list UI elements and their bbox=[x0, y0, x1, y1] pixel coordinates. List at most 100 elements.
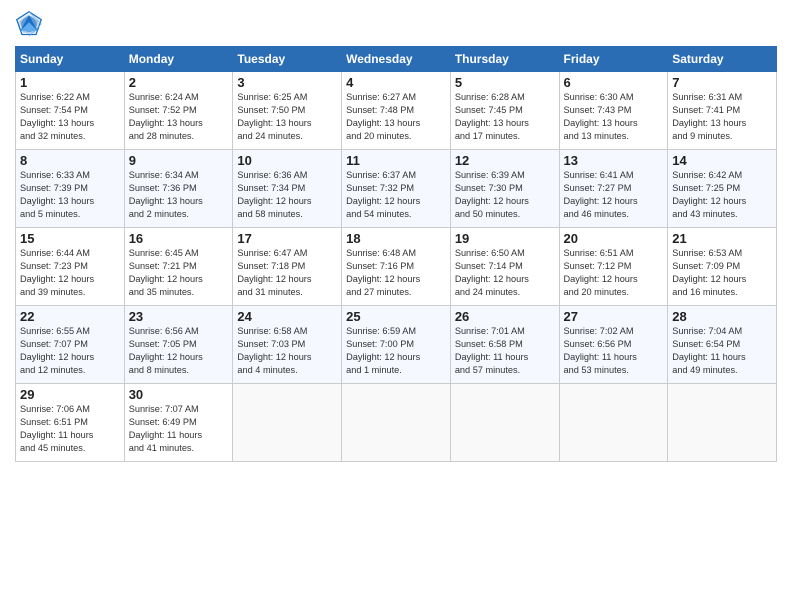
header-tuesday: Tuesday bbox=[233, 47, 342, 72]
day-cell: 25Sunrise: 6:59 AM Sunset: 7:00 PM Dayli… bbox=[342, 306, 451, 384]
day-number: 29 bbox=[20, 387, 120, 402]
day-content: Sunrise: 6:33 AM Sunset: 7:39 PM Dayligh… bbox=[20, 169, 120, 221]
day-cell: 20Sunrise: 6:51 AM Sunset: 7:12 PM Dayli… bbox=[559, 228, 668, 306]
day-number: 11 bbox=[346, 153, 446, 168]
day-cell: 29Sunrise: 7:06 AM Sunset: 6:51 PM Dayli… bbox=[16, 384, 125, 462]
day-number: 14 bbox=[672, 153, 772, 168]
day-content: Sunrise: 6:42 AM Sunset: 7:25 PM Dayligh… bbox=[672, 169, 772, 221]
day-number: 22 bbox=[20, 309, 120, 324]
day-content: Sunrise: 6:28 AM Sunset: 7:45 PM Dayligh… bbox=[455, 91, 555, 143]
day-content: Sunrise: 6:56 AM Sunset: 7:05 PM Dayligh… bbox=[129, 325, 229, 377]
day-cell: 6Sunrise: 6:30 AM Sunset: 7:43 PM Daylig… bbox=[559, 72, 668, 150]
day-cell: 12Sunrise: 6:39 AM Sunset: 7:30 PM Dayli… bbox=[450, 150, 559, 228]
day-cell: 26Sunrise: 7:01 AM Sunset: 6:58 PM Dayli… bbox=[450, 306, 559, 384]
day-cell: 10Sunrise: 6:36 AM Sunset: 7:34 PM Dayli… bbox=[233, 150, 342, 228]
day-content: Sunrise: 6:24 AM Sunset: 7:52 PM Dayligh… bbox=[129, 91, 229, 143]
day-cell: 3Sunrise: 6:25 AM Sunset: 7:50 PM Daylig… bbox=[233, 72, 342, 150]
week-row-4: 29Sunrise: 7:06 AM Sunset: 6:51 PM Dayli… bbox=[16, 384, 777, 462]
day-cell: 5Sunrise: 6:28 AM Sunset: 7:45 PM Daylig… bbox=[450, 72, 559, 150]
week-row-3: 22Sunrise: 6:55 AM Sunset: 7:07 PM Dayli… bbox=[16, 306, 777, 384]
calendar-table: SundayMondayTuesdayWednesdayThursdayFrid… bbox=[15, 46, 777, 462]
day-number: 5 bbox=[455, 75, 555, 90]
logo bbox=[15, 10, 47, 38]
day-content: Sunrise: 6:30 AM Sunset: 7:43 PM Dayligh… bbox=[564, 91, 664, 143]
week-row-0: 1Sunrise: 6:22 AM Sunset: 7:54 PM Daylig… bbox=[16, 72, 777, 150]
day-cell: 4Sunrise: 6:27 AM Sunset: 7:48 PM Daylig… bbox=[342, 72, 451, 150]
day-number: 2 bbox=[129, 75, 229, 90]
day-content: Sunrise: 6:41 AM Sunset: 7:27 PM Dayligh… bbox=[564, 169, 664, 221]
day-number: 7 bbox=[672, 75, 772, 90]
header-thursday: Thursday bbox=[450, 47, 559, 72]
day-cell: 2Sunrise: 6:24 AM Sunset: 7:52 PM Daylig… bbox=[124, 72, 233, 150]
day-cell bbox=[342, 384, 451, 462]
header bbox=[15, 10, 777, 38]
day-cell: 11Sunrise: 6:37 AM Sunset: 7:32 PM Dayli… bbox=[342, 150, 451, 228]
day-number: 12 bbox=[455, 153, 555, 168]
day-cell bbox=[233, 384, 342, 462]
header-row: SundayMondayTuesdayWednesdayThursdayFrid… bbox=[16, 47, 777, 72]
day-content: Sunrise: 6:37 AM Sunset: 7:32 PM Dayligh… bbox=[346, 169, 446, 221]
day-cell: 23Sunrise: 6:56 AM Sunset: 7:05 PM Dayli… bbox=[124, 306, 233, 384]
day-content: Sunrise: 7:04 AM Sunset: 6:54 PM Dayligh… bbox=[672, 325, 772, 377]
day-number: 18 bbox=[346, 231, 446, 246]
day-content: Sunrise: 6:34 AM Sunset: 7:36 PM Dayligh… bbox=[129, 169, 229, 221]
day-content: Sunrise: 7:07 AM Sunset: 6:49 PM Dayligh… bbox=[129, 403, 229, 455]
week-row-2: 15Sunrise: 6:44 AM Sunset: 7:23 PM Dayli… bbox=[16, 228, 777, 306]
day-content: Sunrise: 6:36 AM Sunset: 7:34 PM Dayligh… bbox=[237, 169, 337, 221]
day-number: 16 bbox=[129, 231, 229, 246]
day-content: Sunrise: 6:51 AM Sunset: 7:12 PM Dayligh… bbox=[564, 247, 664, 299]
day-cell: 8Sunrise: 6:33 AM Sunset: 7:39 PM Daylig… bbox=[16, 150, 125, 228]
day-content: Sunrise: 6:22 AM Sunset: 7:54 PM Dayligh… bbox=[20, 91, 120, 143]
day-content: Sunrise: 7:06 AM Sunset: 6:51 PM Dayligh… bbox=[20, 403, 120, 455]
day-content: Sunrise: 6:44 AM Sunset: 7:23 PM Dayligh… bbox=[20, 247, 120, 299]
day-number: 28 bbox=[672, 309, 772, 324]
day-content: Sunrise: 6:25 AM Sunset: 7:50 PM Dayligh… bbox=[237, 91, 337, 143]
day-number: 21 bbox=[672, 231, 772, 246]
day-number: 20 bbox=[564, 231, 664, 246]
day-cell: 30Sunrise: 7:07 AM Sunset: 6:49 PM Dayli… bbox=[124, 384, 233, 462]
day-number: 4 bbox=[346, 75, 446, 90]
day-cell: 18Sunrise: 6:48 AM Sunset: 7:16 PM Dayli… bbox=[342, 228, 451, 306]
day-number: 9 bbox=[129, 153, 229, 168]
day-number: 10 bbox=[237, 153, 337, 168]
day-content: Sunrise: 6:45 AM Sunset: 7:21 PM Dayligh… bbox=[129, 247, 229, 299]
day-content: Sunrise: 6:48 AM Sunset: 7:16 PM Dayligh… bbox=[346, 247, 446, 299]
day-content: Sunrise: 6:47 AM Sunset: 7:18 PM Dayligh… bbox=[237, 247, 337, 299]
day-number: 24 bbox=[237, 309, 337, 324]
day-cell: 21Sunrise: 6:53 AM Sunset: 7:09 PM Dayli… bbox=[668, 228, 777, 306]
header-saturday: Saturday bbox=[668, 47, 777, 72]
day-content: Sunrise: 6:50 AM Sunset: 7:14 PM Dayligh… bbox=[455, 247, 555, 299]
day-content: Sunrise: 6:58 AM Sunset: 7:03 PM Dayligh… bbox=[237, 325, 337, 377]
day-content: Sunrise: 7:02 AM Sunset: 6:56 PM Dayligh… bbox=[564, 325, 664, 377]
day-cell: 17Sunrise: 6:47 AM Sunset: 7:18 PM Dayli… bbox=[233, 228, 342, 306]
day-number: 6 bbox=[564, 75, 664, 90]
day-cell: 14Sunrise: 6:42 AM Sunset: 7:25 PM Dayli… bbox=[668, 150, 777, 228]
day-cell: 16Sunrise: 6:45 AM Sunset: 7:21 PM Dayli… bbox=[124, 228, 233, 306]
day-cell bbox=[668, 384, 777, 462]
day-number: 3 bbox=[237, 75, 337, 90]
day-content: Sunrise: 6:55 AM Sunset: 7:07 PM Dayligh… bbox=[20, 325, 120, 377]
calendar-container: SundayMondayTuesdayWednesdayThursdayFrid… bbox=[0, 0, 792, 472]
header-sunday: Sunday bbox=[16, 47, 125, 72]
day-number: 15 bbox=[20, 231, 120, 246]
day-cell: 22Sunrise: 6:55 AM Sunset: 7:07 PM Dayli… bbox=[16, 306, 125, 384]
day-number: 19 bbox=[455, 231, 555, 246]
week-row-1: 8Sunrise: 6:33 AM Sunset: 7:39 PM Daylig… bbox=[16, 150, 777, 228]
day-cell: 9Sunrise: 6:34 AM Sunset: 7:36 PM Daylig… bbox=[124, 150, 233, 228]
header-wednesday: Wednesday bbox=[342, 47, 451, 72]
logo-icon bbox=[15, 10, 43, 38]
day-cell: 7Sunrise: 6:31 AM Sunset: 7:41 PM Daylig… bbox=[668, 72, 777, 150]
day-number: 1 bbox=[20, 75, 120, 90]
day-content: Sunrise: 7:01 AM Sunset: 6:58 PM Dayligh… bbox=[455, 325, 555, 377]
day-number: 27 bbox=[564, 309, 664, 324]
day-cell bbox=[450, 384, 559, 462]
day-cell: 15Sunrise: 6:44 AM Sunset: 7:23 PM Dayli… bbox=[16, 228, 125, 306]
day-number: 17 bbox=[237, 231, 337, 246]
day-cell: 1Sunrise: 6:22 AM Sunset: 7:54 PM Daylig… bbox=[16, 72, 125, 150]
day-cell: 28Sunrise: 7:04 AM Sunset: 6:54 PM Dayli… bbox=[668, 306, 777, 384]
day-number: 13 bbox=[564, 153, 664, 168]
day-content: Sunrise: 6:31 AM Sunset: 7:41 PM Dayligh… bbox=[672, 91, 772, 143]
day-number: 30 bbox=[129, 387, 229, 402]
day-number: 23 bbox=[129, 309, 229, 324]
day-number: 8 bbox=[20, 153, 120, 168]
